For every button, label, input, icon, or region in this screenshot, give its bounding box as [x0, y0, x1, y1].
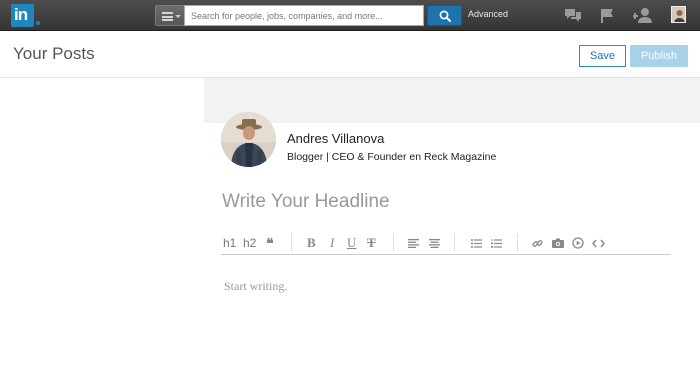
toolbar-divider: [517, 233, 518, 251]
strikethrough-button[interactable]: T: [367, 235, 376, 251]
logo-dot: [36, 20, 40, 25]
formatting-toolbar: h1 h2 ❝ B I U T: [221, 233, 671, 255]
search-input[interactable]: [184, 5, 424, 26]
add-connection-icon[interactable]: [632, 5, 654, 25]
menu-icon: [162, 12, 173, 21]
toolbar-divider: [291, 233, 292, 251]
page-title: Your Posts: [13, 44, 95, 63]
top-navigation-bar: in Advanced: [0, 0, 700, 31]
toolbar-divider: [393, 233, 394, 251]
video-icon[interactable]: [571, 235, 584, 251]
bold-button[interactable]: B: [307, 235, 316, 251]
profile-avatar[interactable]: [671, 6, 686, 23]
underline-button[interactable]: U: [347, 235, 356, 251]
headline-input[interactable]: Write Your Headline: [222, 191, 390, 213]
flag-icon[interactable]: [596, 5, 618, 25]
page-header: Your Posts Save Publish: [0, 31, 700, 78]
body-text-area[interactable]: Start writing.: [224, 279, 287, 294]
publish-button[interactable]: Publish: [630, 45, 688, 67]
save-button[interactable]: Save: [579, 45, 626, 67]
quote-button[interactable]: ❝: [266, 235, 274, 251]
align-left-icon[interactable]: [407, 235, 419, 251]
linkedin-logo-icon: in: [11, 4, 34, 27]
camera-icon[interactable]: [551, 235, 564, 251]
heading2-button[interactable]: h2: [243, 235, 256, 251]
author-headline: Blogger | CEO & Founder en Reck Magazine: [287, 151, 497, 163]
heading1-button[interactable]: h1: [223, 235, 236, 251]
search-button[interactable]: [427, 5, 462, 26]
italic-button[interactable]: I: [330, 235, 334, 251]
bulleted-list-icon[interactable]: [470, 235, 482, 251]
toolbar-divider: [454, 233, 455, 251]
logo-text: in: [14, 5, 28, 24]
chevron-down-icon: [175, 15, 181, 18]
advanced-search-link[interactable]: Advanced: [468, 9, 508, 19]
linkedin-logo[interactable]: in: [11, 4, 40, 27]
code-embed-icon[interactable]: [591, 235, 605, 251]
search-icon: [439, 10, 451, 22]
cover-image-area[interactable]: [204, 78, 700, 123]
author-avatar: [221, 112, 276, 167]
link-icon[interactable]: [531, 235, 543, 251]
align-center-icon[interactable]: [428, 235, 440, 251]
author-name: Andres Villanova: [287, 131, 385, 146]
numbered-list-icon[interactable]: [490, 235, 502, 251]
messages-icon[interactable]: [562, 5, 584, 25]
search-category-dropdown[interactable]: [155, 5, 184, 26]
